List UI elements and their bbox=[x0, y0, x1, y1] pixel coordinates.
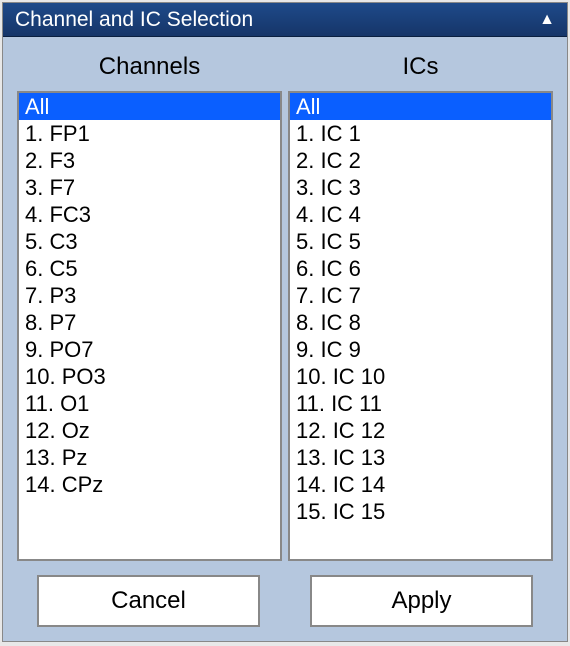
ics-listbox-wrap: All1. IC 12. IC 23. IC 34. IC 45. IC 56.… bbox=[288, 91, 553, 561]
channel-list-item[interactable]: 4. FC3 bbox=[19, 201, 280, 228]
channel-list-item[interactable]: 13. Pz bbox=[19, 444, 280, 471]
titlebar-text: Channel and IC Selection bbox=[15, 8, 539, 32]
ics-header: ICs bbox=[288, 47, 553, 91]
ics-column: ICs All1. IC 12. IC 23. IC 34. IC 45. IC… bbox=[288, 47, 553, 561]
ic-list-item[interactable]: 11. IC 11 bbox=[290, 390, 551, 417]
channel-list-item[interactable]: 14. CPz bbox=[19, 471, 280, 498]
channels-listbox-wrap: All1. FP12. F33. F74. FC35. C36. C57. P3… bbox=[17, 91, 282, 561]
selection-dialog: Channel and IC Selection ▲ Channels All1… bbox=[2, 2, 568, 642]
button-row: Cancel Apply bbox=[17, 561, 553, 627]
ic-list-item[interactable]: 10. IC 10 bbox=[290, 363, 551, 390]
ic-list-item[interactable]: 5. IC 5 bbox=[290, 228, 551, 255]
columns: Channels All1. FP12. F33. F74. FC35. C36… bbox=[17, 47, 553, 561]
channel-list-item[interactable]: 2. F3 bbox=[19, 147, 280, 174]
channel-list-item[interactable]: All bbox=[19, 93, 280, 120]
ic-list-item[interactable]: 8. IC 8 bbox=[290, 309, 551, 336]
ic-list-item[interactable]: 3. IC 3 bbox=[290, 174, 551, 201]
channel-list-item[interactable]: 9. PO7 bbox=[19, 336, 280, 363]
ic-list-item[interactable]: 1. IC 1 bbox=[290, 120, 551, 147]
ic-list-item[interactable]: 4. IC 4 bbox=[290, 201, 551, 228]
channels-listbox[interactable]: All1. FP12. F33. F74. FC35. C36. C57. P3… bbox=[19, 93, 280, 559]
channel-list-item[interactable]: 10. PO3 bbox=[19, 363, 280, 390]
channel-list-item[interactable]: 7. P3 bbox=[19, 282, 280, 309]
channels-column: Channels All1. FP12. F33. F74. FC35. C36… bbox=[17, 47, 282, 561]
channel-list-item[interactable]: 11. O1 bbox=[19, 390, 280, 417]
ic-list-item[interactable]: 13. IC 13 bbox=[290, 444, 551, 471]
ic-list-item[interactable]: 7. IC 7 bbox=[290, 282, 551, 309]
channel-list-item[interactable]: 8. P7 bbox=[19, 309, 280, 336]
ic-list-item[interactable]: 6. IC 6 bbox=[290, 255, 551, 282]
ic-list-item[interactable]: 2. IC 2 bbox=[290, 147, 551, 174]
ics-listbox[interactable]: All1. IC 12. IC 23. IC 34. IC 45. IC 56.… bbox=[290, 93, 551, 559]
channels-listbox-inner: All1. FP12. F33. F74. FC35. C36. C57. P3… bbox=[19, 93, 280, 498]
dialog-content: Channels All1. FP12. F33. F74. FC35. C36… bbox=[3, 37, 567, 641]
ic-list-item[interactable]: 14. IC 14 bbox=[290, 471, 551, 498]
apply-button[interactable]: Apply bbox=[310, 575, 533, 627]
channel-list-item[interactable]: 12. Oz bbox=[19, 417, 280, 444]
ic-list-item[interactable]: 12. IC 12 bbox=[290, 417, 551, 444]
channel-list-item[interactable]: 5. C3 bbox=[19, 228, 280, 255]
ic-list-item[interactable]: 9. IC 9 bbox=[290, 336, 551, 363]
ic-list-item[interactable]: 15. IC 15 bbox=[290, 498, 551, 525]
channel-list-item[interactable]: 1. FP1 bbox=[19, 120, 280, 147]
channel-list-item[interactable]: 3. F7 bbox=[19, 174, 280, 201]
titlebar: Channel and IC Selection ▲ bbox=[3, 3, 567, 37]
ic-list-item[interactable]: All bbox=[290, 93, 551, 120]
cancel-button[interactable]: Cancel bbox=[37, 575, 260, 627]
channels-header: Channels bbox=[17, 47, 282, 91]
channel-list-item[interactable]: 6. C5 bbox=[19, 255, 280, 282]
ics-listbox-inner: All1. IC 12. IC 23. IC 34. IC 45. IC 56.… bbox=[290, 93, 551, 525]
collapse-up-icon[interactable]: ▲ bbox=[539, 11, 555, 29]
